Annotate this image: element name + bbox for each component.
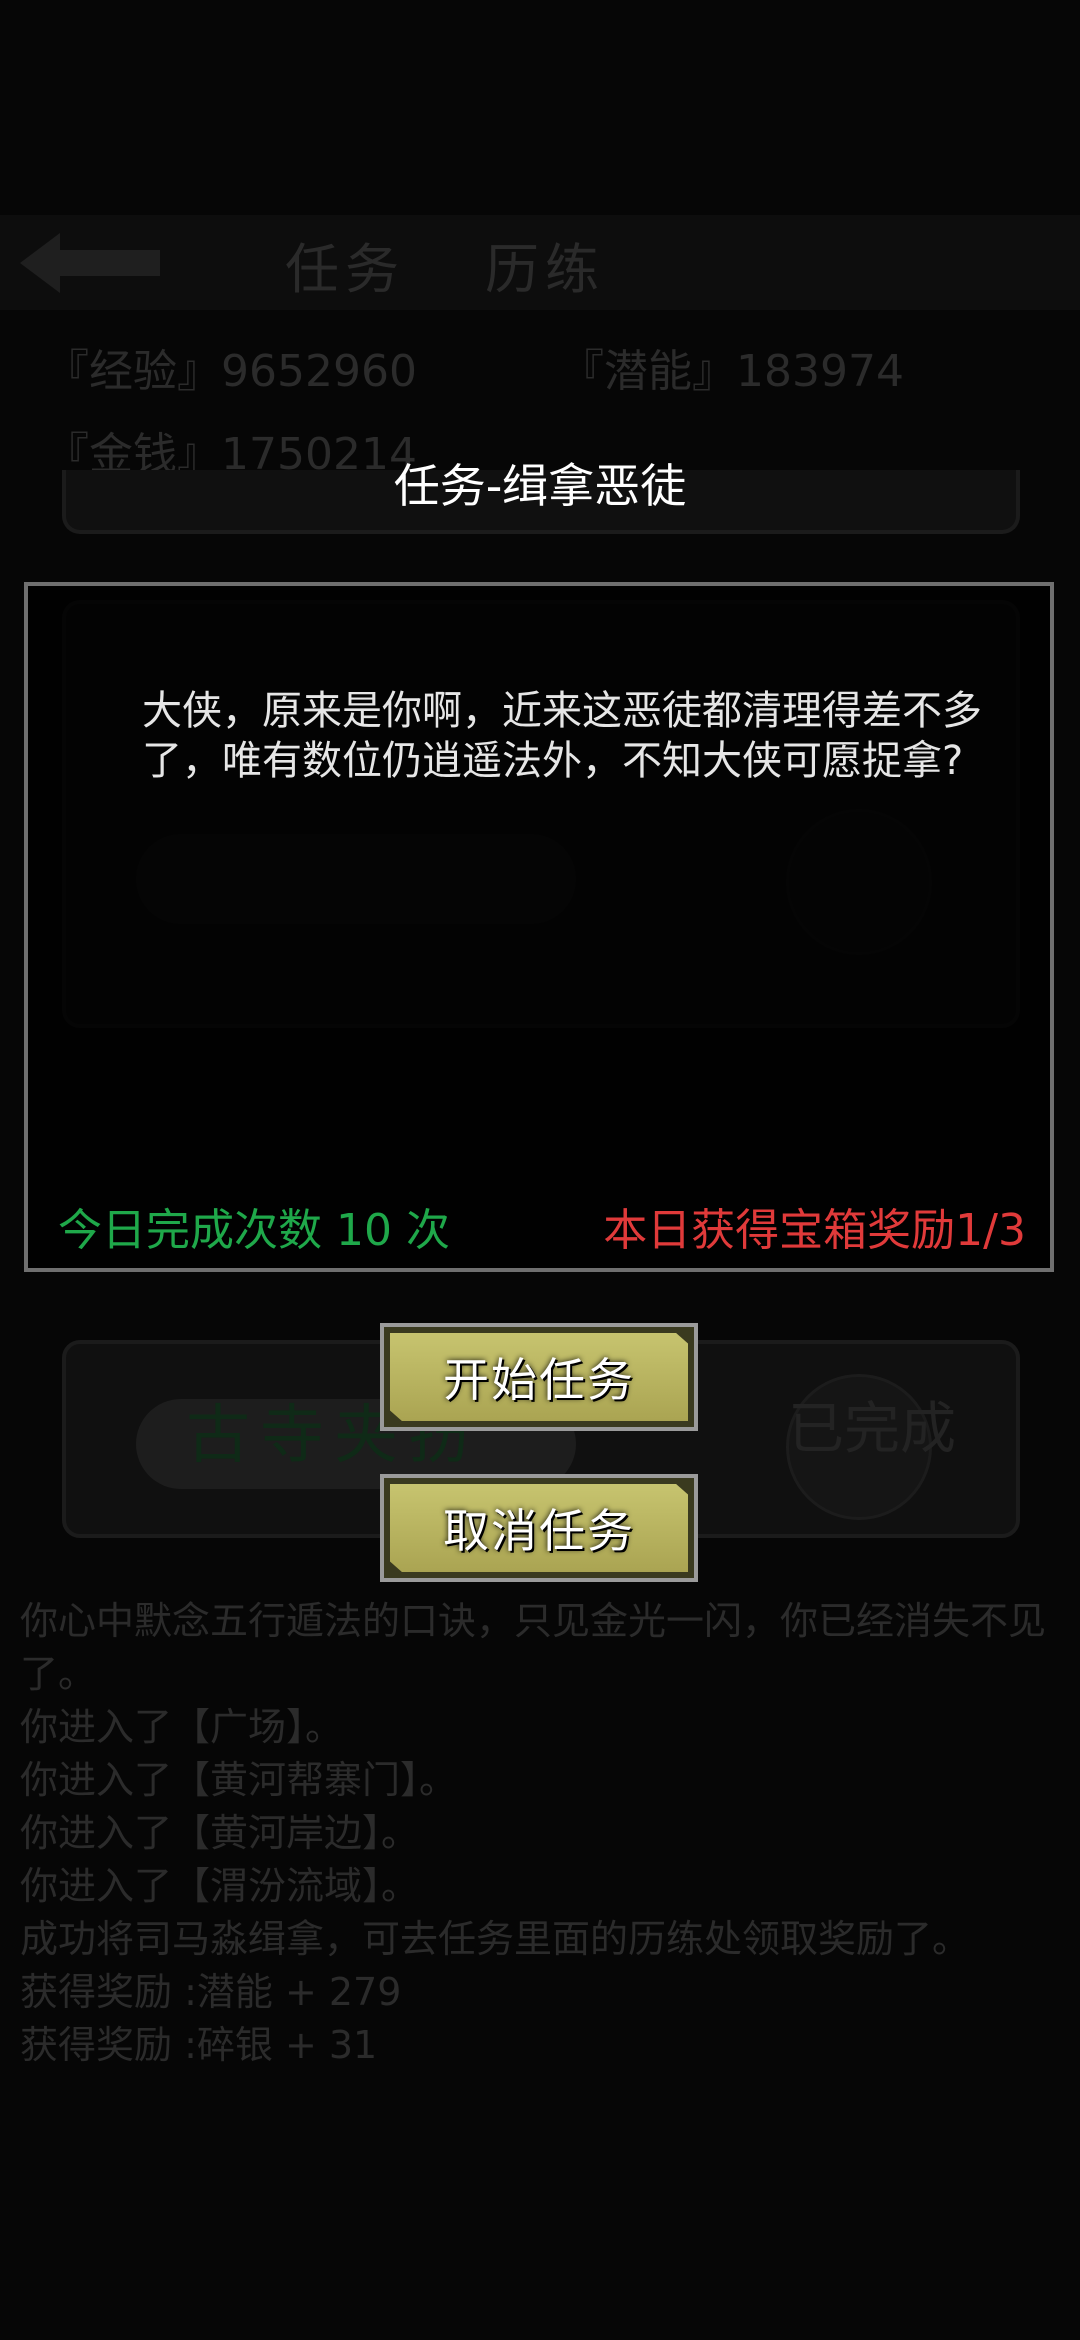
daily-completion-count: 今日完成次数 10 次 xyxy=(58,1205,450,1256)
dialog-message: 大侠，原来是你啊，近来这恶徒都清理得差不多了，唯有数位仍逍遥法外，不知大侠可愿捉… xyxy=(142,688,982,784)
stat-potential: 『潜能』183974 xyxy=(560,346,904,397)
start-task-button[interactable]: 开始任务 xyxy=(380,1323,698,1431)
log-line: 获得奖励 :碎银 + 31 xyxy=(20,2023,378,2067)
start-task-button-face[interactable]: 开始任务 xyxy=(390,1333,688,1421)
log-line: 你进入了【渭汾流域】。 xyxy=(20,1864,420,1908)
log-line: 你心中默念五行遁法的口诀，只见金光一闪，你已经消失不见了。 xyxy=(20,1599,1047,1696)
cancel-task-label: 取消任务 xyxy=(443,1504,635,1558)
log-line: 你进入了【黄河帮寨门】。 xyxy=(20,1758,458,1802)
log-line: 你进入了【广场】。 xyxy=(20,1705,344,1749)
cancel-task-button-face[interactable]: 取消任务 xyxy=(390,1484,688,1572)
tab-task[interactable]: 任务 xyxy=(285,225,405,304)
quest-status: 已完成 xyxy=(788,1397,956,1462)
start-task-label: 开始任务 xyxy=(443,1353,635,1407)
back-arrow-icon[interactable] xyxy=(20,228,160,298)
cancel-task-button[interactable]: 取消任务 xyxy=(380,1474,698,1582)
log-line: 成功将司马淼缉拿，可去任务里面的历练处领取奖励了。 xyxy=(20,1917,971,1961)
log-line: 你进入了【黄河岸边】。 xyxy=(20,1811,420,1855)
dialog-title: 任务-缉拿恶徒 xyxy=(393,459,687,513)
chest-reward-progress: 本日获得宝箱奖励1/3 xyxy=(603,1205,1026,1256)
log-line: 获得奖励 :潜能 + 279 xyxy=(20,1970,402,2014)
message-log: 你心中默念五行遁法的口诀，只见金光一闪，你已经消失不见了。 你进入了【广场】。 … xyxy=(20,1595,1060,2072)
tab-training[interactable]: 历练 xyxy=(485,225,605,304)
stat-experience: 『经验』9652960 xyxy=(45,346,417,397)
quest-dialog: 大侠，原来是你啊，近来这恶徒都清理得差不多了，唯有数位仍逍遥法外，不知大侠可愿捉… xyxy=(24,582,1054,1272)
